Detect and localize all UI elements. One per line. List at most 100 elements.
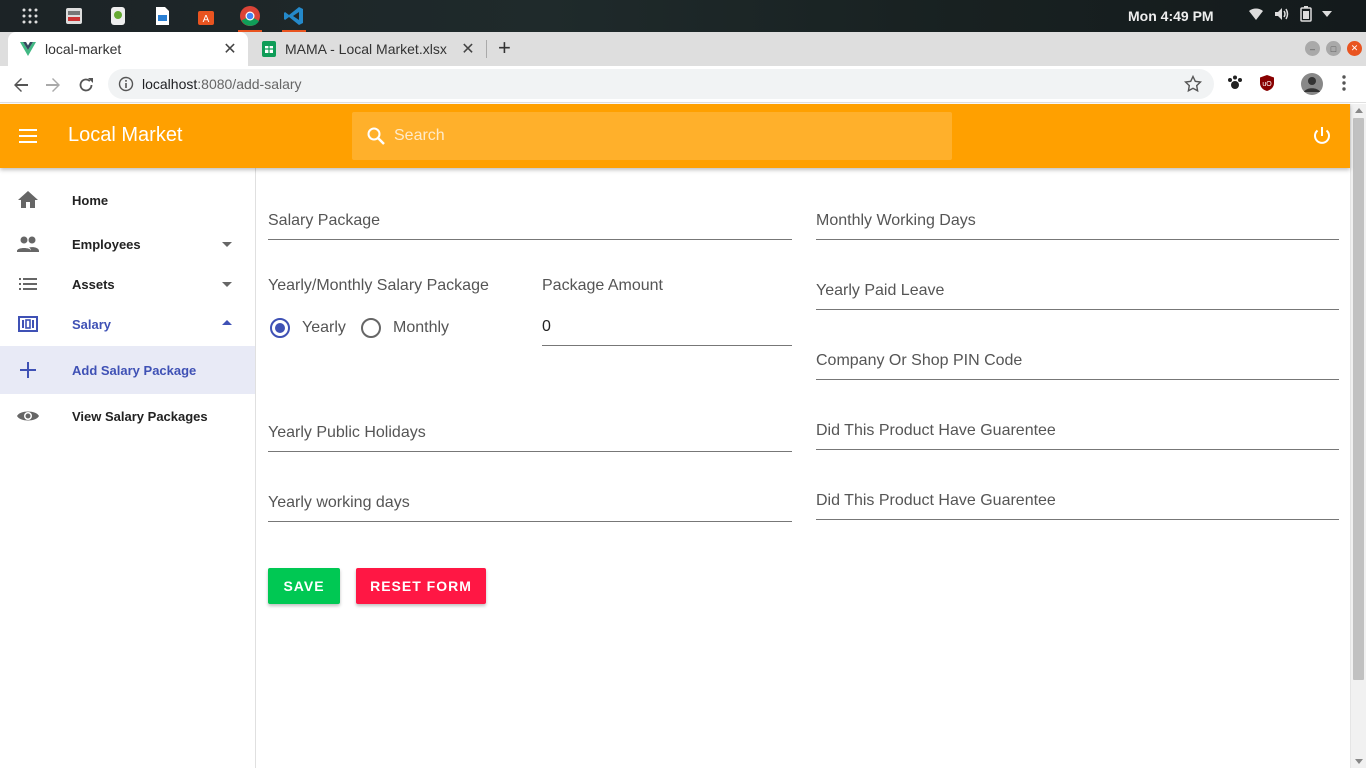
yearly-public-holidays-field[interactable]: Yearly Public Holidays [268,416,792,452]
pin-code-label: Company Or Shop PIN Code [816,352,1023,369]
guarantee-field-2[interactable]: Did This Product Have Guarentee [816,484,1339,520]
sidebar-item-salary[interactable]: Salary [0,302,255,346]
chrome-icon[interactable] [228,2,272,32]
scroll-thumb[interactable] [1353,118,1364,680]
search-box[interactable] [352,112,952,160]
sidebar-item-employees[interactable]: Employees [0,222,255,266]
sidebar-item-label: Salary [72,316,112,332]
guarantee-label-2: Did This Product Have Guarentee [816,492,1056,509]
hamburger-menu-icon [19,129,37,143]
radio-checked-icon [270,318,290,338]
sidebar-item-home[interactable]: Home [0,178,255,222]
radio-yearly-label: Yearly [302,319,346,336]
save-button[interactable]: SAVE [268,568,340,604]
reset-form-button[interactable]: RESET FORM [356,568,486,604]
reload-button[interactable] [75,74,97,96]
address-bar[interactable]: localhost:8080/add-salary [108,69,1214,99]
arrow-left-icon [14,78,28,92]
tab-close-icon[interactable]: ✕ [458,39,478,59]
os-clock[interactable]: Mon 4:49 PM [1128,8,1214,24]
browser-toolbar: localhost:8080/add-salary uO [0,66,1366,103]
svg-text:A: A [203,14,210,25]
browser-tab-strip: local-market ✕ MAMA - Local Market.xlsx … [0,32,1366,66]
url-text[interactable]: localhost:8080/add-salary [142,76,302,92]
extension-paw-icon[interactable] [1226,74,1244,92]
package-amount-field[interactable]: 0 [542,310,792,346]
salary-package-label: Salary Package [268,212,381,229]
yearly-working-days-field[interactable]: Yearly working days [268,486,792,522]
arrow-right-icon [46,78,60,92]
battery-icon [1300,6,1312,22]
pin-code-field[interactable]: Company Or Shop PIN Code [816,344,1339,380]
chevron-down-icon[interactable] [222,282,232,287]
sidebar-item-label: Assets [72,276,115,292]
sidebar-item-view-salary-packages[interactable]: View Salary Packages [0,394,255,438]
new-tab-button[interactable]: + [498,37,511,59]
sidebar-item-label: Add Salary Package [72,362,197,378]
package-amount-label: Package Amount [542,277,663,294]
scroll-up-arrow[interactable] [1355,108,1363,113]
url-path: :8080/add-salary [197,76,302,92]
forward-button[interactable] [42,74,64,96]
yearly-public-holidays-label: Yearly Public Holidays [268,424,426,441]
vue-logo-icon [20,42,36,56]
chevron-down-icon[interactable] [222,242,232,247]
document-icon[interactable] [140,2,184,30]
minimize-button[interactable]: – [1305,41,1320,56]
sidebar-item-assets[interactable]: Assets [0,262,255,306]
sheets-icon [262,41,276,57]
salary-type-label: Yearly/Monthly Salary Package [268,277,489,294]
monthly-working-days-field[interactable]: Monthly Working Days [816,204,1339,240]
yearly-paid-leave-label: Yearly Paid Leave [816,282,945,299]
tab-sheets[interactable]: MAMA - Local Market.xlsx ✕ [250,32,486,66]
logout-button[interactable] [1310,124,1334,148]
radio-yearly[interactable]: Yearly [270,318,346,338]
file-cabinet-icon[interactable] [52,2,96,30]
guarantee-label-1: Did This Product Have Guarentee [816,422,1056,439]
window-close-button[interactable]: ✕ [1347,41,1362,56]
window-controls: – □ ✕ [1305,41,1362,56]
profile-avatar-icon[interactable] [1300,72,1324,96]
menu-button[interactable] [16,124,40,148]
yearly-working-days-label: Yearly working days [268,494,410,511]
vscode-icon[interactable] [272,2,316,32]
power-icon [1314,127,1330,144]
svg-text:uO: uO [1262,81,1272,88]
back-button[interactable] [10,74,32,96]
app-toolbar: Local Market [0,104,1350,168]
volume-icon [1275,8,1289,20]
sidebar-item-add-salary-package[interactable]: Add Salary Package [0,346,255,394]
sidebar-item-label: Employees [72,236,141,252]
page-scrollbar[interactable] [1350,104,1366,768]
guarantee-field-1[interactable]: Did This Product Have Guarentee [816,414,1339,450]
bookmark-star-icon[interactable] [1184,75,1202,93]
reload-icon [79,78,93,92]
plus-icon [20,362,36,378]
search-icon [367,127,385,145]
app-title: Local Market [68,124,183,146]
radio-monthly-label: Monthly [393,319,450,336]
tab-separator [486,40,487,58]
os-top-bar: A Mon 4:49 PM [0,0,1366,32]
tab-title: local-market [45,41,122,57]
ublock-shield-icon[interactable]: uO [1258,74,1276,92]
scroll-down-arrow[interactable] [1355,759,1363,764]
chevron-up-icon[interactable] [222,320,232,325]
browser-menu-icon[interactable] [1338,74,1350,92]
radio-monthly[interactable]: Monthly [361,318,449,338]
app-grid-icon[interactable] [8,2,52,30]
maximize-button[interactable]: □ [1326,41,1341,56]
system-tray[interactable] [1248,6,1332,22]
wifi-icon [1249,8,1263,20]
cheese-icon[interactable] [96,2,140,30]
yearly-paid-leave-field[interactable]: Yearly Paid Leave [816,274,1339,310]
search-input[interactable] [394,127,934,145]
eye-icon [17,411,39,421]
list-icon [19,278,37,290]
tab-local-market[interactable]: local-market ✕ [8,32,248,66]
salary-package-field[interactable]: Salary Package [268,204,792,240]
software-center-icon[interactable]: A [184,2,228,30]
tab-close-icon[interactable]: ✕ [220,39,240,59]
package-amount-value: 0 [542,318,551,335]
sidebar-item-label: View Salary Packages [72,408,208,424]
